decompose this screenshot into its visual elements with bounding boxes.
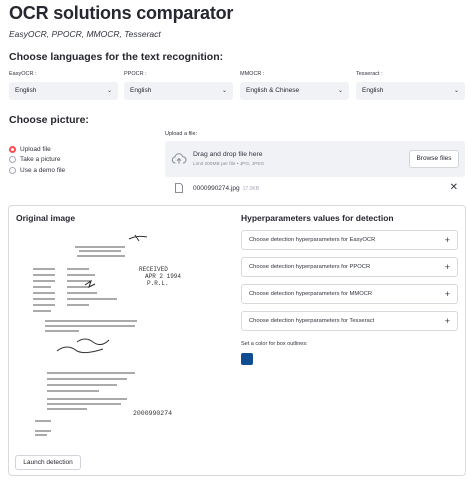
page-subtitle: EasyOCR, PPOCR, MMOCR, Tesseract [9,29,161,39]
mmocr-language-value: English & Chinese [246,87,300,94]
radio-selected-icon [9,145,16,153]
uploaded-file-row: 0000990274.jpg 17.0KB ✕ [165,181,465,197]
dropzone-limit: Limit 200MB per file • JPG, JPEG [193,162,265,167]
expander-ppocr[interactable]: Choose detection hyperparameters for PPO… [241,257,458,277]
chevron-down-icon: ⌄ [221,88,227,94]
svg-text:APR 2 1994: APR 2 1994 [145,273,181,280]
picture-source-radio-group: Upload file Take a picture Use a demo fi… [9,144,65,176]
mmocr-language-select[interactable]: English & Chinese ⌄ [240,82,349,100]
page-title: OCR solutions comparator [9,3,234,23]
expander-tesseract[interactable]: Choose detection hyperparameters for Tes… [241,311,458,331]
expander-mmocr[interactable]: Choose detection hyperparameters for MMO… [241,284,458,304]
expander-label: Choose detection hyperparameters for MMO… [249,291,373,297]
original-document-image: RECEIVED APR 2 1994 P.R.L. 2000990274 [17,227,226,452]
tesseract-language-value: English [362,87,384,94]
expander-easyocr[interactable]: Choose detection hyperparameters for Eas… [241,230,458,250]
file-name: 0000990274.jpg [193,185,240,192]
ppocr-language-label: PPOCR : [124,71,147,77]
expander-label: Choose detection hyperparameters for PPO… [249,264,371,270]
languages-heading: Choose languages for the text recognitio… [9,51,224,63]
expander-label: Choose detection hyperparameters for Tes… [249,318,375,324]
tesseract-language-label: Tesseract : [356,71,383,77]
easyocr-language-select[interactable]: English ⌄ [9,82,118,100]
dropzone-instructions: Drag and drop file here [193,151,263,158]
ppocr-language-value: English [130,87,152,94]
easyocr-language-value: English [15,87,37,94]
mmocr-language-label: MMOCR : [240,71,265,77]
radio-take-picture[interactable]: Take a picture [9,155,65,166]
hyperparameters-heading: Hyperparameters values for detection [241,213,394,223]
remove-file-close-icon[interactable]: ✕ [450,182,458,193]
plus-icon: + [444,316,450,326]
svg-text:2000990274: 2000990274 [133,410,172,417]
results-panel: Original image Hyperparameters values fo… [8,205,466,476]
ppocr-language-select[interactable]: English ⌄ [124,82,233,100]
radio-label: Take a picture [20,156,61,164]
easyocr-language-label: EasyOCR : [9,71,37,77]
upload-label: Upload a file: [165,131,198,137]
file-size: 17.0KB [242,186,260,192]
file-icon [175,183,183,193]
box-color-picker[interactable] [241,353,253,365]
chevron-down-icon: ⌄ [453,88,459,94]
file-dropzone[interactable]: Drag and drop file here Limit 200MB per … [165,141,465,177]
radio-upload-file[interactable]: Upload file [9,144,65,155]
radio-unselected-icon [9,166,16,174]
radio-demo-file[interactable]: Use a demo file [9,165,65,176]
tesseract-language-select[interactable]: English ⌄ [356,82,465,100]
radio-unselected-icon [9,156,16,164]
picture-heading: Choose picture: [9,114,89,126]
original-image-heading: Original image [16,213,76,223]
plus-icon: + [444,289,450,299]
file-name-label: 0000990274.jpg 17.0KB [193,185,259,192]
svg-text:RECEIVED: RECEIVED [139,266,168,273]
browse-files-button[interactable]: Browse files [409,150,459,168]
launch-detection-button[interactable]: Launch detection [15,455,81,470]
radio-label: Upload file [20,145,51,153]
box-color-label: Set a color for box outlines: [241,341,308,347]
cloud-upload-icon [171,153,187,164]
plus-icon: + [444,235,450,245]
chevron-down-icon: ⌄ [106,88,112,94]
chevron-down-icon: ⌄ [337,88,343,94]
expander-label: Choose detection hyperparameters for Eas… [249,237,376,243]
svg-text:P.R.L.: P.R.L. [147,280,169,287]
radio-label: Use a demo file [20,166,66,174]
plus-icon: + [444,262,450,272]
